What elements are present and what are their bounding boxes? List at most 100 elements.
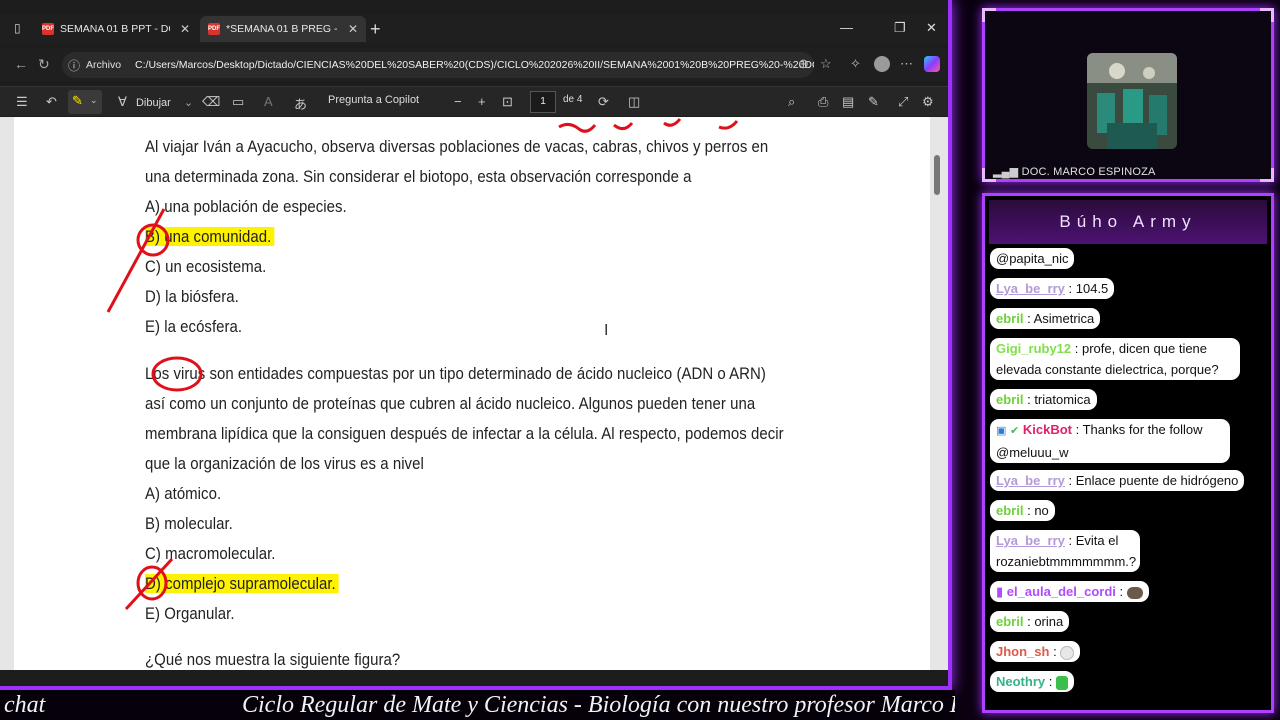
close-window-icon[interactable]: ✕ [926, 20, 937, 36]
refresh-icon[interactable]: ↻ [38, 56, 50, 73]
chat-username[interactable]: Lya_be_rry [996, 281, 1065, 296]
webcam-label: ▂▄▆ DOC. MARCO ESPINOZA [993, 165, 1156, 178]
fit-page-icon[interactable]: ⊡ [502, 94, 513, 110]
verified-icon: ✔ [1010, 425, 1020, 437]
emote-icon [1060, 645, 1075, 660]
text-box-icon[interactable]: ▭ [232, 94, 244, 110]
page-number-input[interactable]: 1 [530, 91, 556, 113]
message-text: no [1034, 503, 1049, 518]
minimize-icon[interactable]: — [840, 20, 853, 35]
emote-icon [1055, 675, 1068, 690]
chat-username[interactable]: KickBot [1023, 422, 1072, 437]
chat-message: Gigi_ruby12 : profe, dicen que tiene elev… [990, 338, 1240, 380]
save-as-icon[interactable]: ✎ [868, 94, 879, 110]
operating-room-image [1087, 53, 1177, 149]
ink-check [106, 208, 166, 313]
chat-username[interactable]: el_aula_del_cordi [1007, 584, 1116, 599]
chat-message: @papita_nic [990, 248, 1075, 269]
highlight-tool[interactable]: ✎ ⌄ [68, 90, 102, 114]
ask-copilot-button[interactable]: Pregunta a Copilot [328, 94, 419, 106]
fullscreen-icon[interactable]: ⤢ [898, 94, 908, 110]
undo-icon[interactable]: ↶ [46, 94, 57, 110]
restore-icon[interactable]: ❐ [894, 20, 906, 36]
save-icon[interactable]: ▤ [842, 94, 854, 110]
chat-panel: Búho Army @papita_nic Lya_be_rry : 104.5… [982, 193, 1274, 713]
ticker-text: Ciclo Regular de Mate y Ciencias - Biolo… [242, 692, 955, 718]
close-tab-icon[interactable]: ✕ [348, 22, 358, 36]
chat-message: Lya_be_rry : Evita el rozaniebtmmmmmmm.? [990, 530, 1140, 572]
chat-username[interactable]: ebril [996, 392, 1023, 407]
chat-username[interactable]: ebril [996, 311, 1023, 326]
pdf-icon: PDF [42, 23, 54, 35]
chat-username[interactable]: ebril [996, 503, 1023, 518]
contents-icon[interactable]: ☰ [16, 94, 28, 110]
chat-username[interactable]: Gigi_ruby12 [996, 341, 1071, 356]
ink-scribble [558, 118, 739, 133]
stream-layout: ▯ PDF SEMANA 01 B PPT - DOC. MARCO ✕ PDF… [0, 0, 1280, 720]
frame-corner [1260, 168, 1274, 182]
zoom-out-icon[interactable]: − [454, 94, 462, 109]
zoom-icon[interactable]: ⊕ [798, 56, 809, 72]
message-text: Asimetrica [1033, 311, 1095, 326]
chat-message: ebril : Asimetrica [990, 308, 1101, 329]
ticker-text-left: chat [4, 692, 46, 718]
message-text: profe, dicen que tiene [1081, 341, 1208, 356]
ink-circle [151, 356, 203, 392]
close-tab-icon[interactable]: ✕ [180, 22, 190, 36]
eraser-icon[interactable]: ⌫ [202, 94, 220, 110]
mic-badge-icon: ▮ [996, 584, 1004, 599]
emote-icon [1126, 586, 1143, 599]
tab-ppt[interactable]: PDF SEMANA 01 B PPT - DOC. MARCO ✕ [34, 16, 198, 42]
copilot-icon[interactable] [924, 56, 940, 72]
chat-username[interactable]: Jhon_sh [996, 644, 1049, 659]
message-text: orina [1034, 614, 1064, 629]
profile-avatar[interactable] [874, 56, 890, 72]
info-icon[interactable]: ⓘ [68, 57, 80, 74]
url-field[interactable]: ⓘ Archivo C:/Users/Marcos/Desktop/Dictad… [62, 52, 814, 78]
message-text: Evita el [1075, 533, 1119, 548]
zoom-in-icon[interactable]: + [478, 94, 486, 109]
page-view-icon[interactable]: ◫ [628, 94, 640, 110]
chat-username[interactable]: Lya_be_rry [996, 533, 1065, 548]
message-text: rozaniebtmmmmmmm.? [996, 554, 1137, 569]
message-text: @meluuu_w [996, 445, 1069, 460]
print-icon[interactable]: ⎙ [818, 94, 828, 110]
draw-icon: ∀ [118, 94, 127, 109]
back-icon[interactable]: ← [14, 56, 28, 72]
chat-username[interactable]: Neothry [996, 674, 1045, 689]
presenter-name: DOC. MARCO ESPINOZA [1021, 166, 1156, 178]
frame-corner [982, 8, 996, 22]
ticker-bar: chat Ciclo Regular de Mate y Ciencias - … [0, 690, 955, 720]
chat-message: ▮ el_aula_del_cordi : [990, 581, 1149, 602]
draw-tool[interactable]: ∀ Dibujar ⌄ [118, 94, 193, 110]
chat-message: ebril : orina [990, 611, 1070, 632]
read-aloud-icon[interactable]: あ [294, 94, 307, 113]
pdf-icon: PDF [208, 23, 220, 35]
ink-annotations [106, 118, 739, 611]
chat-message: ebril : triatomica [990, 389, 1097, 410]
chevron-down-icon: ⌄ [183, 97, 194, 109]
search-icon[interactable]: ⌕ [788, 94, 795, 110]
pdf-viewer[interactable]: Al viajar Iván a Ayacucho, observa diver… [0, 117, 948, 670]
sidebar-toggle-icon[interactable]: ▯ [14, 21, 21, 35]
message-text: Enlace puente de hidrógeno [1075, 473, 1239, 488]
browser-window: ▯ PDF SEMANA 01 B PPT - DOC. MARCO ✕ PDF… [0, 0, 952, 690]
favorite-icon[interactable]: ☆ [820, 56, 832, 72]
message-text: @papita_nic [996, 251, 1069, 266]
address-bar: ← ↻ ⓘ Archivo C:/Users/Marcos/Desktop/Di… [0, 48, 948, 82]
page-total: de 4 [563, 94, 583, 105]
text-icon[interactable]: A [264, 94, 273, 109]
chat-username[interactable]: ebril [996, 614, 1023, 629]
chat-message: Jhon_sh : [990, 641, 1081, 662]
message-text: triatomica [1034, 392, 1091, 407]
tab-preg[interactable]: PDF *SEMANA 01 B PREG - DOC. MAR ✕ [200, 16, 366, 42]
more-icon[interactable]: ⋯ [900, 56, 913, 72]
tab-title: SEMANA 01 B PPT - DOC. MARCO [60, 23, 170, 35]
rotate-icon[interactable]: ⟳ [598, 94, 609, 110]
chat-username[interactable]: Lya_be_rry [996, 473, 1065, 488]
scrollbar-thumb[interactable] [934, 155, 940, 195]
settings-icon[interactable]: ⚙ [922, 94, 934, 110]
extensions-icon[interactable]: ✧ [850, 56, 861, 72]
draw-label: Dibujar [135, 97, 171, 109]
new-tab-icon[interactable]: + [370, 19, 381, 40]
